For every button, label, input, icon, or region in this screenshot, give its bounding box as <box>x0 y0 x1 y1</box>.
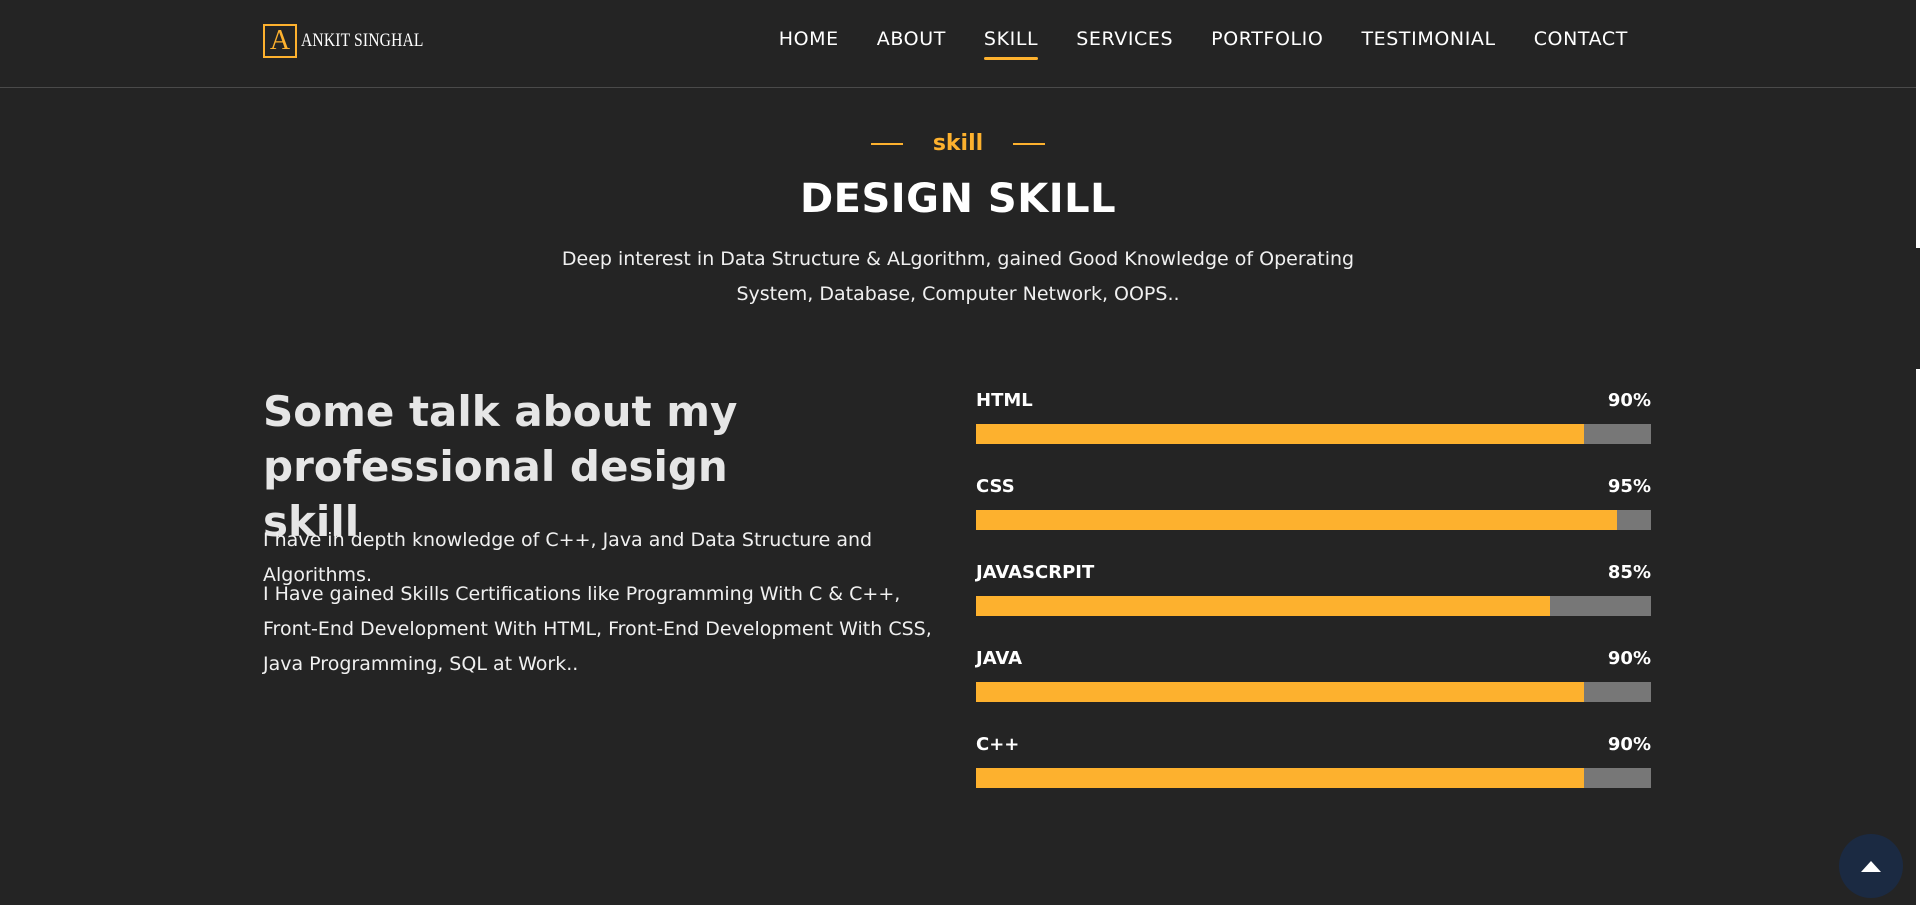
page: A ANKIT SINGHAL HOME ABOUT SKILL SERVICE… <box>0 0 1920 905</box>
skill-item: JAVASCRPIT 85% <box>976 562 1651 648</box>
skill-name: JAVASCRPIT <box>976 562 1095 583</box>
nav-home[interactable]: HOME <box>779 28 839 52</box>
skill-bar-fill <box>976 768 1584 788</box>
section-title: DESIGN SKILL <box>799 176 1117 222</box>
skill-bar-fill <box>976 596 1550 616</box>
section-description: Deep interest in Data Structure & ALgori… <box>561 248 1355 305</box>
skill-bar-fill <box>976 682 1584 702</box>
skill-percent: 90% <box>1607 390 1651 411</box>
nav-skill[interactable]: SKILL <box>983 28 1039 60</box>
about-paragraph-2: I Have gained Skills Certifications like… <box>263 583 932 675</box>
tag-line-right <box>1013 142 1046 145</box>
back-to-top-button[interactable] <box>1839 834 1903 898</box>
nav-about[interactable]: ABOUT <box>877 28 946 52</box>
scrollbar-segment[interactable] <box>1916 0 1920 248</box>
nav-contact[interactable]: CONTACT <box>1534 28 1628 52</box>
tag-line-left <box>870 142 903 145</box>
skill-percent: 90% <box>1607 648 1651 669</box>
skill-bar-track <box>976 768 1651 788</box>
skill-percent: 95% <box>1607 476 1651 497</box>
logo-mark: A <box>263 24 297 58</box>
skill-name: JAVA <box>976 648 1023 669</box>
skill-item: HTML 90% <box>976 390 1651 476</box>
site-header: A ANKIT SINGHAL HOME ABOUT SKILL SERVICE… <box>0 0 1916 88</box>
skill-bar-track <box>976 510 1651 530</box>
skill-name: C++ <box>976 734 1020 755</box>
nav-portfolio[interactable]: PORTFOLIO <box>1211 28 1323 52</box>
skill-bar-track <box>976 596 1651 616</box>
logo-text: ANKIT SINGHAL <box>301 30 424 51</box>
skill-bar-track <box>976 682 1651 702</box>
scrollbar-segment[interactable] <box>1916 369 1920 905</box>
skills-list: HTML 90% CSS 95% JAVASCRPIT 85% JAVA 90%… <box>976 390 1651 820</box>
skill-percent: 85% <box>1607 562 1651 583</box>
section-tag: skill <box>0 131 1916 156</box>
skill-bar-fill <box>976 510 1618 530</box>
nav-testimonial[interactable]: TESTIMONIAL <box>1361 28 1495 52</box>
skill-bar-track <box>976 424 1651 444</box>
skill-name: CSS <box>976 476 1015 497</box>
skill-item: CSS 95% <box>976 476 1651 562</box>
skill-item: C++ 90% <box>976 734 1651 820</box>
main-nav: HOME ABOUT SKILL SERVICES PORTFOLIO TEST… <box>741 28 1628 60</box>
skill-item: JAVA 90% <box>976 648 1651 734</box>
section-tag-label: skill <box>932 131 984 156</box>
arrow-up-icon <box>1861 860 1881 872</box>
logo[interactable]: A ANKIT SINGHAL <box>263 24 451 58</box>
skill-name: HTML <box>976 390 1033 411</box>
skill-percent: 90% <box>1607 734 1651 755</box>
nav-services[interactable]: SERVICES <box>1076 28 1173 52</box>
skill-bar-fill <box>976 424 1584 444</box>
